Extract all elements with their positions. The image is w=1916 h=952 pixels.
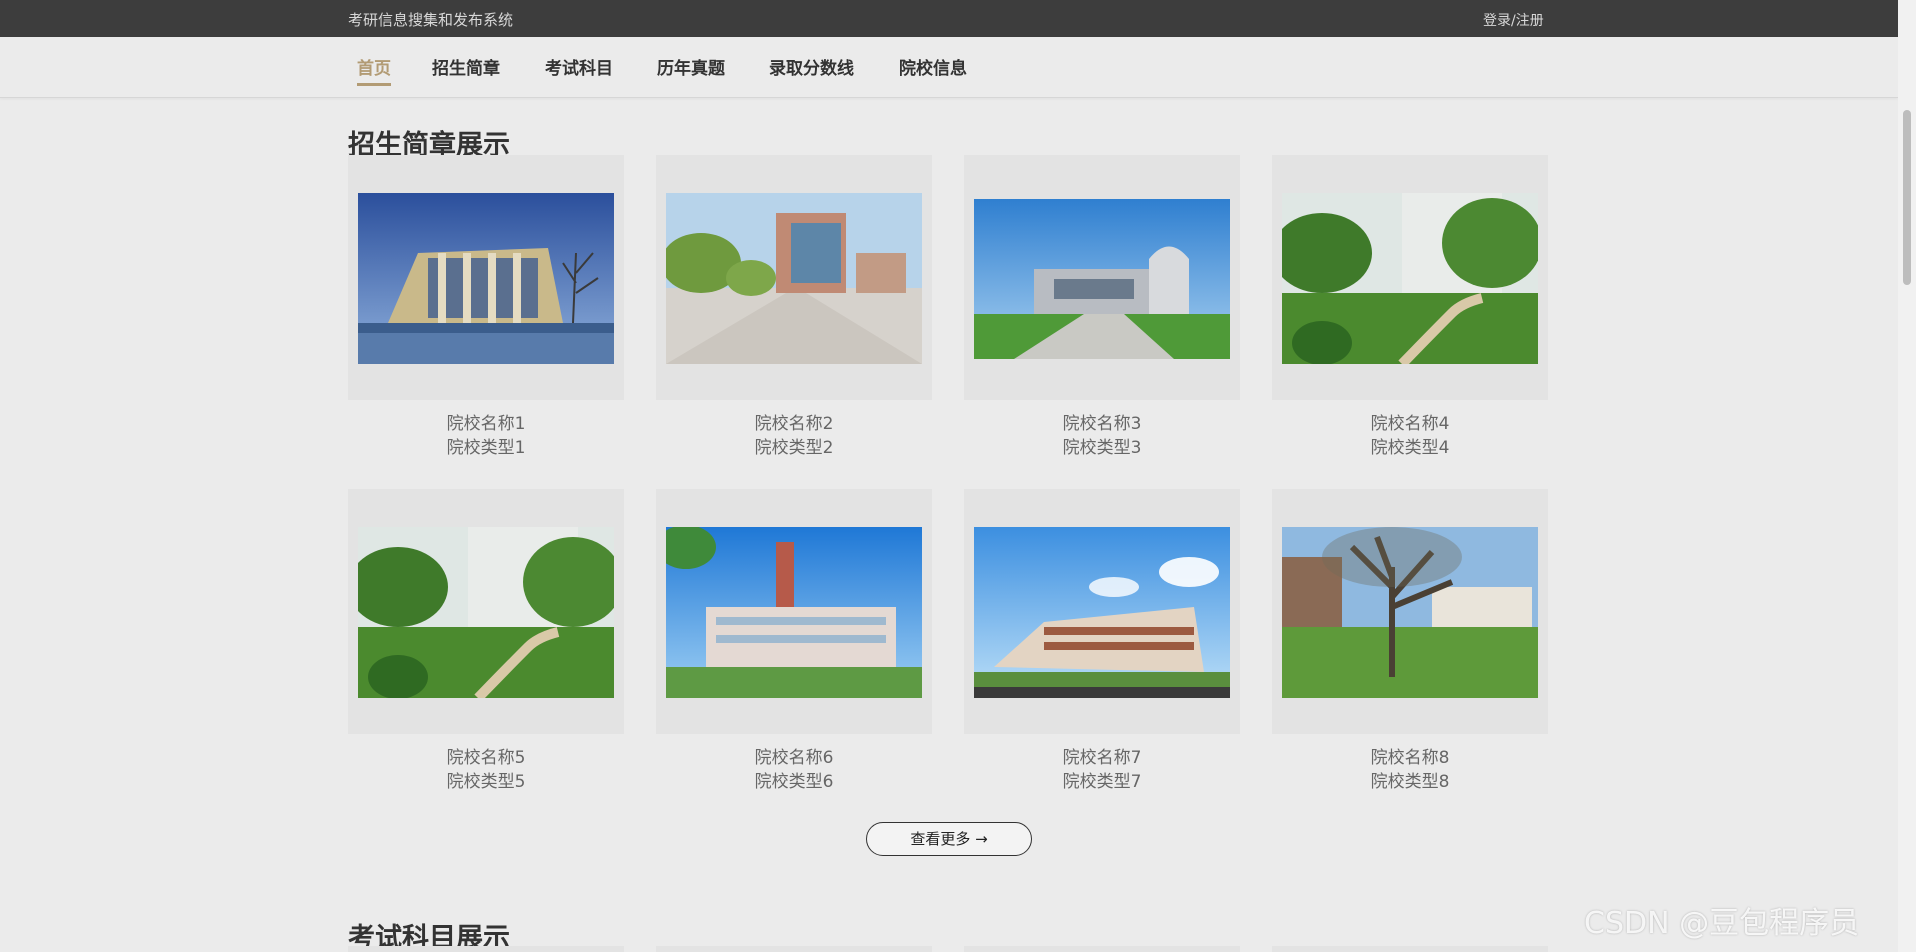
nav-admission-scores[interactable]: 录取分数线 bbox=[769, 54, 854, 83]
top-bar: 考研信息搜集和发布系统 登录/注册 bbox=[0, 0, 1916, 37]
school-card[interactable]: 院校名称6 院校类型6 bbox=[656, 489, 932, 794]
school-type: 院校类型3 bbox=[1062, 438, 1142, 458]
page-scrollbar[interactable] bbox=[1898, 0, 1916, 952]
card-image-frame bbox=[1272, 155, 1548, 400]
nav-exam-subjects[interactable]: 考试科目 bbox=[545, 54, 613, 83]
school-type: 院校类型6 bbox=[754, 772, 834, 792]
site-title: 考研信息搜集和发布系统 bbox=[348, 11, 514, 29]
view-more-button[interactable]: 查看更多 → bbox=[866, 822, 1032, 856]
nav-school-info[interactable]: 院校信息 bbox=[899, 54, 967, 83]
school-type: 院校类型2 bbox=[754, 438, 834, 458]
school-photo bbox=[974, 199, 1230, 359]
card-image-frame bbox=[656, 489, 932, 734]
nav-past-papers[interactable]: 历年真题 bbox=[657, 54, 725, 83]
school-photo bbox=[358, 527, 614, 698]
watermark: CSDN @豆包程序员 bbox=[1584, 906, 1860, 941]
subject-card-peek bbox=[348, 946, 624, 952]
school-name: 院校名称7 bbox=[1062, 748, 1142, 768]
login-register-link[interactable]: 登录/注册 bbox=[1483, 10, 1544, 30]
card-image-frame bbox=[656, 155, 932, 400]
school-card[interactable]: 院校名称4 院校类型4 bbox=[1272, 155, 1548, 460]
school-type: 院校类型4 bbox=[1370, 438, 1450, 458]
school-name: 院校名称2 bbox=[754, 414, 834, 434]
school-name: 院校名称4 bbox=[1370, 414, 1450, 434]
school-name: 院校名称5 bbox=[446, 748, 526, 768]
school-card[interactable]: 院校名称8 院校类型8 bbox=[1272, 489, 1548, 794]
card-image-frame bbox=[964, 155, 1240, 400]
school-photo bbox=[666, 527, 922, 698]
school-name: 院校名称8 bbox=[1370, 748, 1450, 768]
scrollbar-thumb[interactable] bbox=[1903, 110, 1911, 285]
card-image-frame bbox=[1272, 489, 1548, 734]
school-card[interactable]: 院校名称7 院校类型7 bbox=[964, 489, 1240, 794]
subject-card-peek bbox=[1272, 946, 1548, 952]
school-name: 院校名称1 bbox=[446, 414, 526, 434]
main-nav: 首页 招生简章 考试科目 历年真题 录取分数线 院校信息 bbox=[0, 37, 1898, 98]
subject-card-peek bbox=[964, 946, 1240, 952]
school-type: 院校类型7 bbox=[1062, 772, 1142, 792]
school-photo bbox=[974, 527, 1230, 698]
subject-card-peek bbox=[656, 946, 932, 952]
school-photo bbox=[358, 193, 614, 364]
card-image-frame bbox=[348, 489, 624, 734]
school-photo bbox=[666, 193, 922, 364]
school-type: 院校类型5 bbox=[446, 772, 526, 792]
school-photo bbox=[1282, 527, 1538, 698]
school-type: 院校类型1 bbox=[446, 438, 526, 458]
school-name: 院校名称6 bbox=[754, 748, 834, 768]
card-image-frame bbox=[964, 489, 1240, 734]
school-card[interactable]: 院校名称2 院校类型2 bbox=[656, 155, 932, 460]
school-card[interactable]: 院校名称5 院校类型5 bbox=[348, 489, 624, 794]
school-card[interactable]: 院校名称1 院校类型1 bbox=[348, 155, 624, 460]
school-photo bbox=[1282, 193, 1538, 364]
card-image-frame bbox=[348, 155, 624, 400]
school-type: 院校类型8 bbox=[1370, 772, 1450, 792]
nav-brochure[interactable]: 招生简章 bbox=[432, 54, 500, 83]
nav-home[interactable]: 首页 bbox=[357, 54, 391, 86]
school-card[interactable]: 院校名称3 院校类型3 bbox=[964, 155, 1240, 460]
school-name: 院校名称3 bbox=[1062, 414, 1142, 434]
